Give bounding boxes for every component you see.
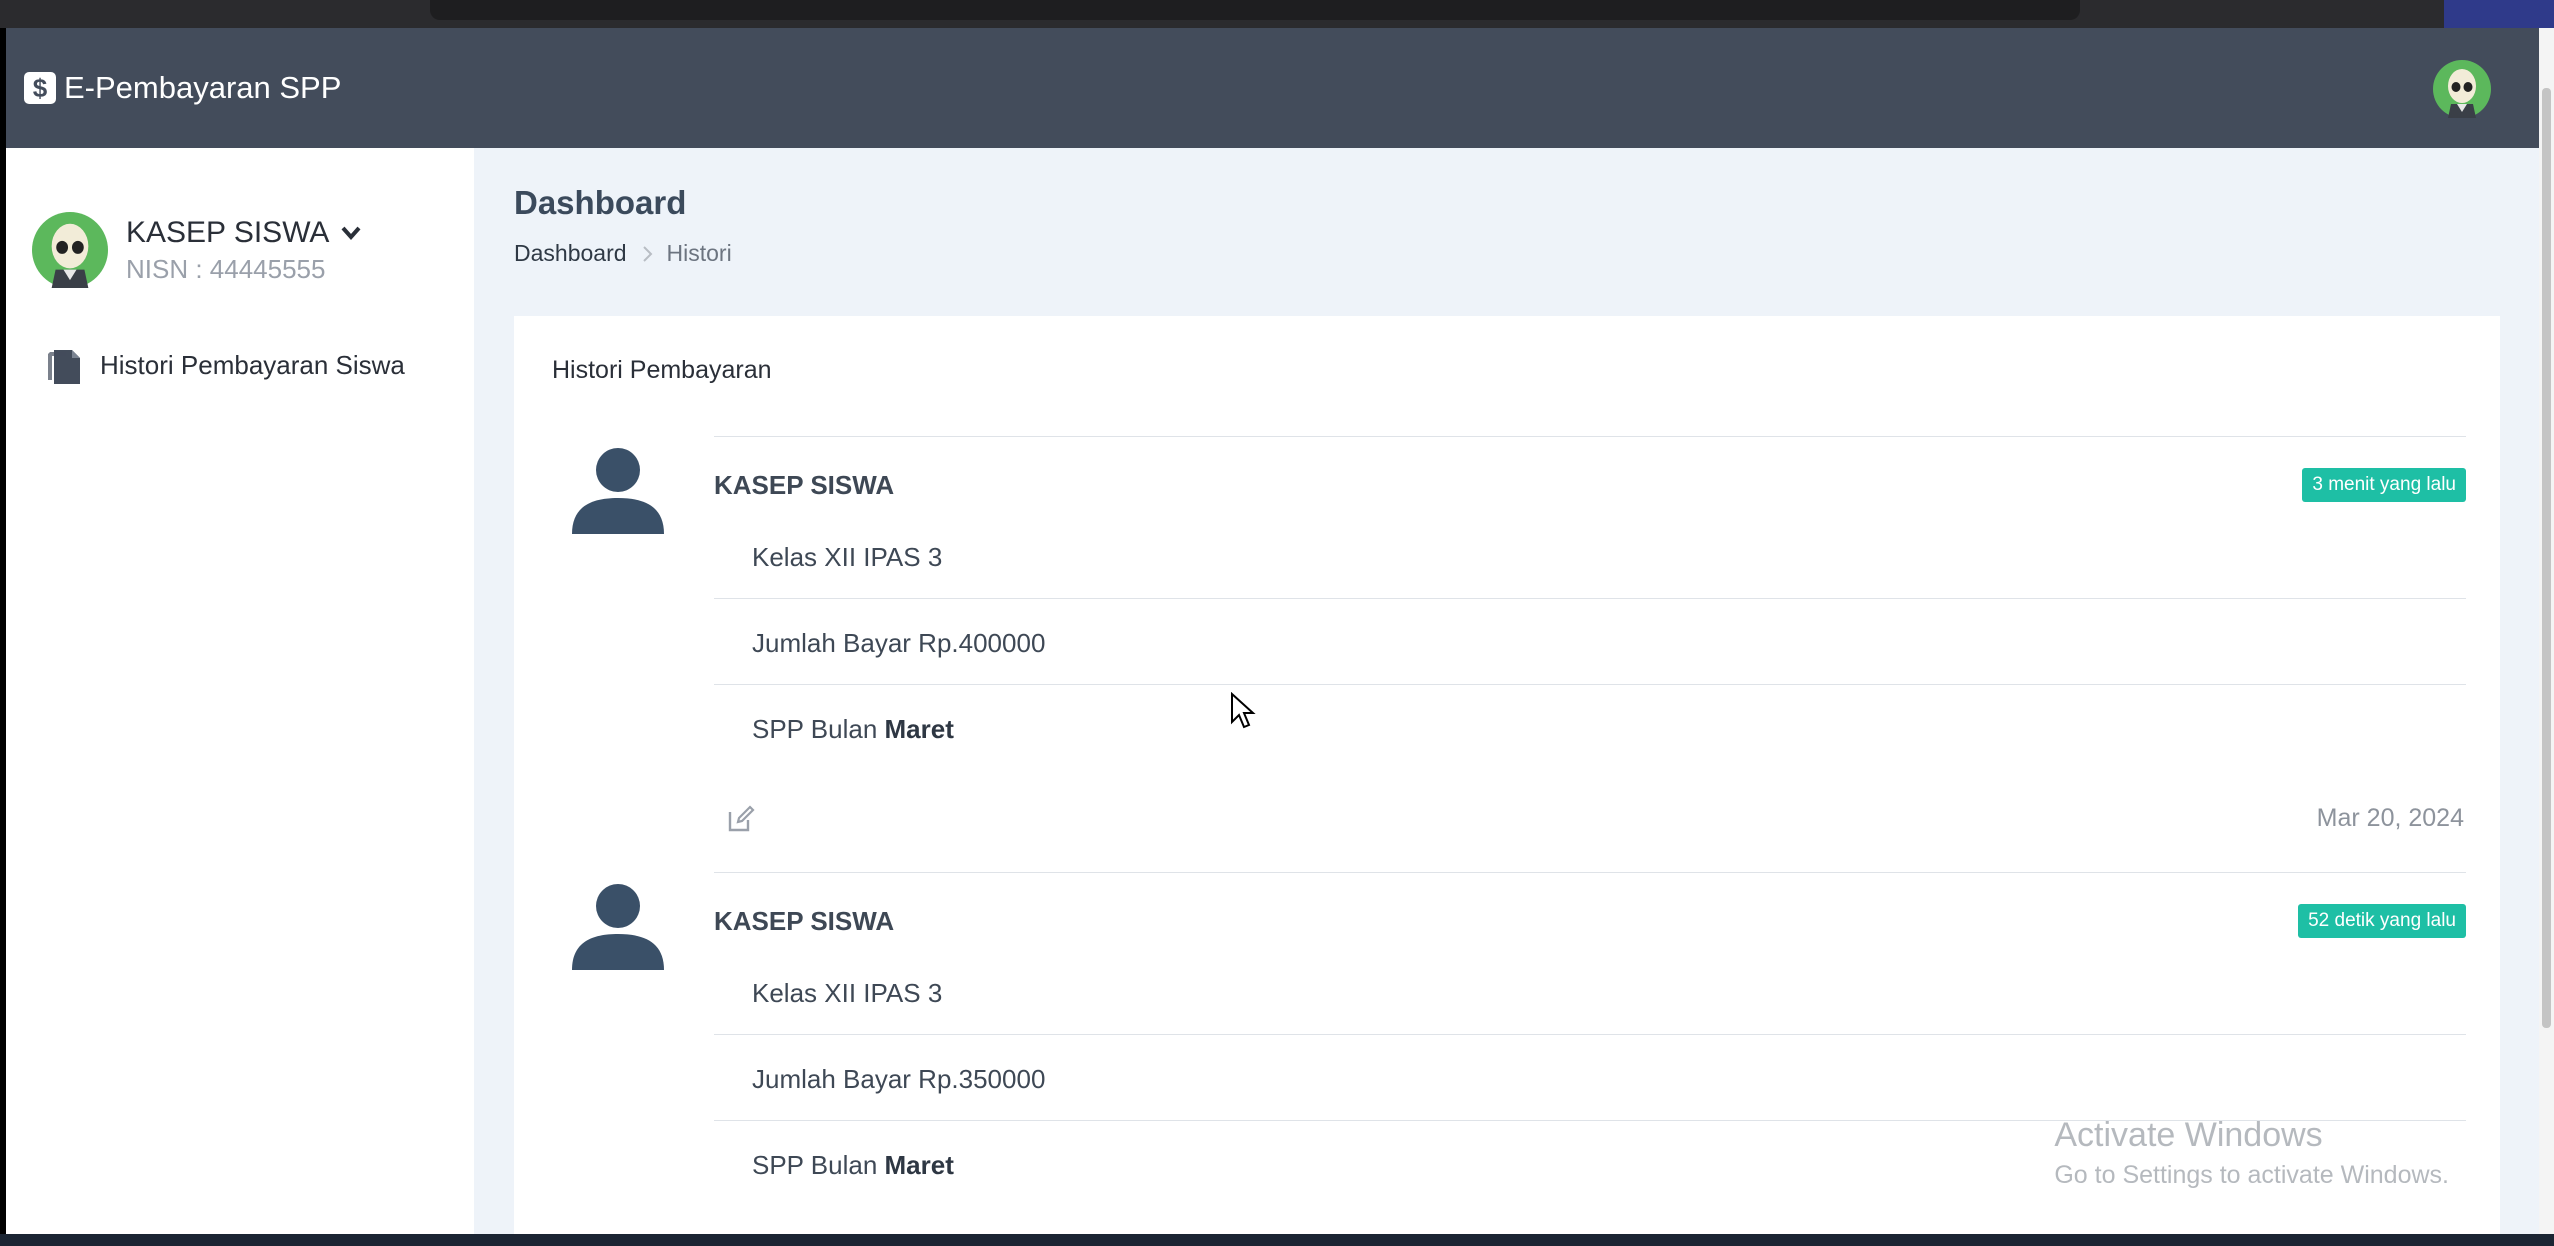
sidebar-item-label: Histori Pembayaran Siswa	[100, 349, 405, 380]
edit-icon	[728, 805, 755, 832]
breadcrumb-current: Histori	[666, 240, 732, 266]
page-scrollbar[interactable]	[2539, 28, 2554, 1234]
breadcrumb-home[interactable]: Dashboard	[514, 240, 627, 267]
scrollbar-thumb[interactable]	[2542, 88, 2551, 1028]
entry-date: Mar 20, 2024	[2316, 804, 2464, 832]
alien-avatar-icon	[32, 212, 108, 288]
user-name: KASEP SISWA	[126, 215, 330, 249]
entry-divider	[714, 436, 2466, 437]
entry-bulan: SPP Bulan Maret	[752, 1150, 954, 1181]
entry-name: KASEP SISWA	[714, 906, 895, 936]
user-info: KASEP SISWA NISN : 44445555	[126, 216, 361, 285]
watermark-line2: Go to Settings to activate Windows.	[2054, 1161, 2449, 1189]
app-window: $ E-Pembayaran SPP KASEP SISWA NISN: 44…	[6, 28, 2539, 1234]
entry-jumlah: Jumlah Bayar Rp.400000	[752, 628, 1046, 658]
row-divider	[714, 598, 2466, 599]
brand[interactable]: $ E-Pembayaran SPP	[24, 70, 341, 106]
entry-avatar	[570, 878, 666, 979]
time-badge: 52 detik yang lalu	[2298, 904, 2466, 938]
navbar-avatar[interactable]	[2433, 60, 2491, 123]
top-navbar: $ E-Pembayaran SPP	[6, 28, 2539, 148]
user-nisn: NISN : 44445555	[126, 253, 326, 284]
bulan-value: Maret	[884, 1150, 954, 1180]
browser-chrome	[0, 0, 2554, 28]
edit-button[interactable]	[726, 804, 756, 839]
watermark-line1: Activate Windows	[2054, 1116, 2323, 1154]
brand-title: E-Pembayaran SPP	[64, 70, 342, 105]
alien-avatar-icon	[2433, 60, 2491, 118]
sidebar: KASEP SISWA NISN : 44445555 Histori Pemb…	[6, 148, 474, 1234]
entry-bulan: SPP Bulan Maret	[752, 714, 954, 745]
entry-avatar	[570, 442, 666, 543]
breadcrumb-chevron-icon	[642, 245, 652, 262]
user-name-row[interactable]: KASEP SISWA	[126, 216, 361, 250]
address-bar[interactable]	[430, 0, 2080, 20]
windows-activation-watermark: Activate Windows Go to Settings to activ…	[2054, 1116, 2449, 1190]
row-divider	[714, 684, 2466, 685]
entry-jumlah: Jumlah Bayar Rp.350000	[752, 1064, 1046, 1094]
bulan-prefix: SPP Bulan	[752, 1150, 885, 1180]
document-icon	[48, 350, 80, 384]
history-entry: KASEP SISWA 3 menit yang lalu Kelas XII …	[514, 436, 2500, 862]
history-card: Histori Pembayaran KASEP SISWA 3 menit y…	[514, 316, 2500, 1234]
row-divider	[714, 1034, 2466, 1035]
chevron-down-icon[interactable]	[341, 226, 361, 240]
entry-name: KASEP SISWA	[714, 470, 895, 500]
card-title: Histori Pembayaran	[552, 356, 772, 384]
page-title: Dashboard	[514, 184, 687, 221]
sidebar-item-histori[interactable]: Histori Pembayaran Siswa	[44, 344, 405, 386]
entry-kelas: Kelas XII IPAS 3	[752, 978, 943, 1008]
entry-kelas: Kelas XII IPAS 3	[752, 542, 943, 572]
entry-divider	[714, 872, 2466, 873]
bulan-prefix: SPP Bulan	[752, 714, 885, 744]
user-panel[interactable]: KASEP SISWA NISN : 44445555	[32, 212, 361, 288]
user-icon	[572, 884, 664, 970]
bulan-value: Maret	[884, 714, 954, 744]
user-icon	[572, 448, 664, 534]
dollar-icon: $	[24, 72, 56, 104]
main-content: Dashboard Dashboard Histori Histori Pemb…	[474, 148, 2539, 1234]
browser-corner	[2444, 0, 2554, 28]
time-badge: 3 menit yang lalu	[2302, 468, 2466, 502]
breadcrumb: Dashboard Histori	[514, 240, 732, 267]
mouse-cursor-icon	[1231, 692, 1256, 729]
taskbar	[0, 1234, 2554, 1246]
